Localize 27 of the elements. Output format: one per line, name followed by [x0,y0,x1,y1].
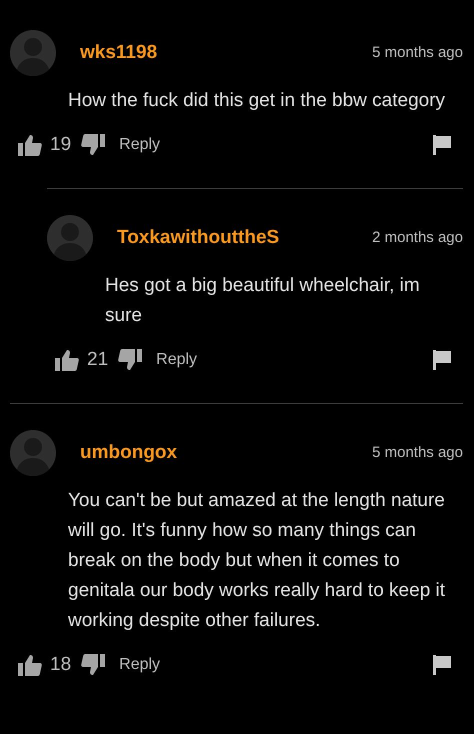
avatar [10,30,56,76]
thumbs-up-icon[interactable] [18,134,42,156]
comment-text: Hes got a big beautiful wheelchair, im sure [104,274,421,328]
flag-icon[interactable] [433,135,451,155]
like-count: 18 [50,652,72,677]
comment-text: How the fuck did this get in the bbw category [67,89,446,113]
thumbs-up-icon[interactable] [55,349,79,371]
comment-text: You can't be but amazed at the length nature will go. It's funny how so many things can break on the body but when it comes to genitala our body works really hard to keep it working despite other failures. [67,489,446,633]
thumbs-down-icon[interactable] [81,134,106,156]
timestamp: 2 months ago [372,228,463,248]
thumbs-down-icon[interactable] [81,654,106,676]
like-count: 21 [87,348,108,372]
reply-link[interactable]: Reply [119,133,160,157]
flag-icon[interactable] [433,350,451,370]
timestamp: 5 months ago [372,442,463,463]
reply-link[interactable]: Reply [119,653,160,677]
reply-link[interactable]: Reply [156,348,198,372]
flag-icon[interactable] [433,655,451,675]
thumbs-up-icon[interactable] [18,654,42,676]
username[interactable]: ToxkawithouttheS [117,224,280,252]
thumbs-down-icon[interactable] [118,349,142,371]
avatar [10,430,56,476]
username[interactable]: umbongox [80,438,178,468]
like-count: 19 [50,132,72,157]
avatar [47,215,93,261]
timestamp: 5 months ago [372,42,463,63]
username[interactable]: wks1198 [80,38,158,68]
